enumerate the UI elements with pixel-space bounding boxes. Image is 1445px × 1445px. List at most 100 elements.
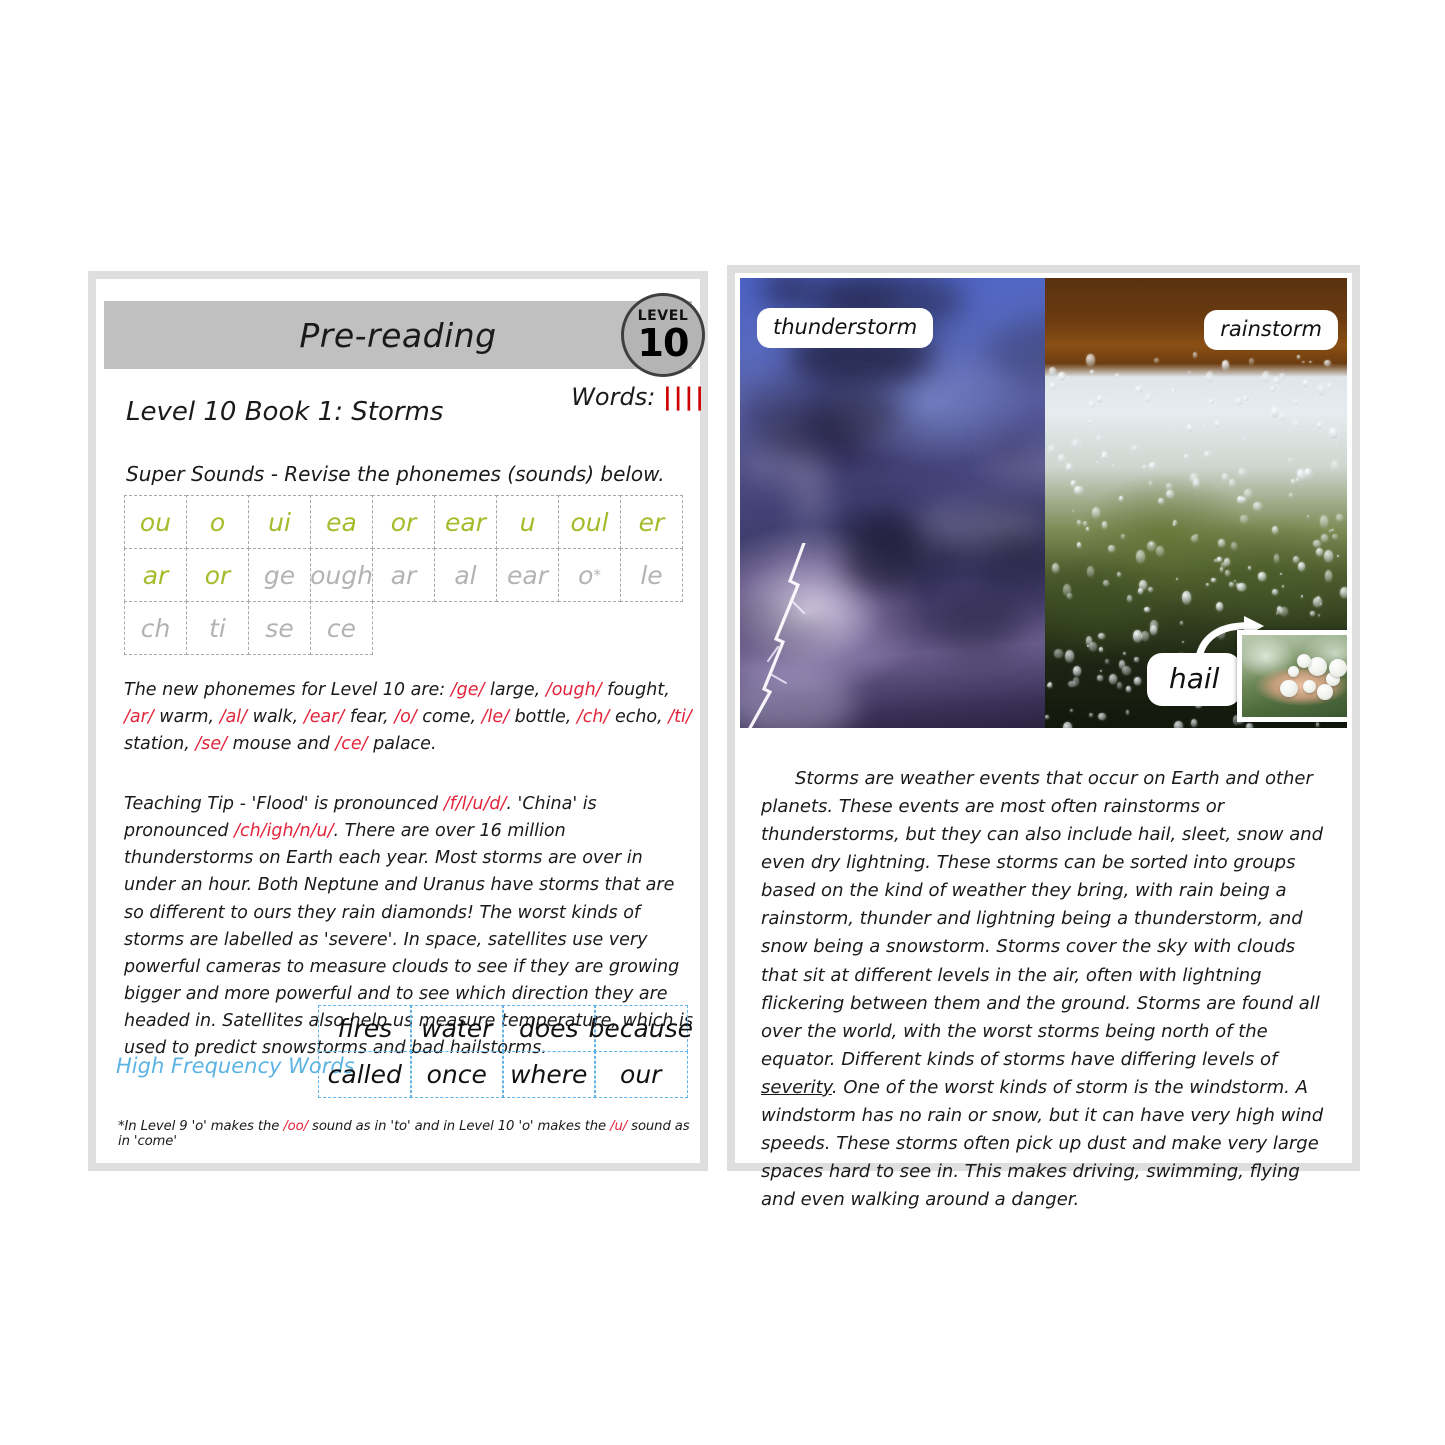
raindrop xyxy=(1172,431,1175,434)
raindrop xyxy=(1287,457,1293,463)
label-thunderstorm: thunderstorm xyxy=(757,308,934,348)
hfw-cell: our xyxy=(594,1050,688,1098)
hailstone xyxy=(1317,684,1334,700)
phoneme-cell: er xyxy=(620,495,683,549)
phoneme-cell: ear xyxy=(434,495,497,549)
phoneme-run: palace. xyxy=(367,734,437,755)
raindrop xyxy=(1091,507,1100,518)
raindrop xyxy=(1258,572,1267,581)
page-title: Pre-reading xyxy=(299,315,497,355)
level-badge-number: 10 xyxy=(637,320,690,365)
raindrop xyxy=(1047,444,1056,454)
raindrop xyxy=(1229,582,1234,588)
photo-block: thunderstorm rainstorm hail xyxy=(740,278,1347,728)
cloud-wisp xyxy=(989,315,1045,386)
lightning-bolt-icon xyxy=(748,543,806,728)
raindrop xyxy=(1205,370,1215,384)
raindrop xyxy=(1246,723,1253,728)
phoneme-row: ou o ui ea or ear u oul er xyxy=(124,495,692,549)
words-count-tally: |||| xyxy=(662,383,706,411)
raindrop xyxy=(1182,640,1185,644)
phoneme-cell: o xyxy=(186,495,249,549)
phoneme-run: /ough/ xyxy=(545,680,602,700)
phoneme-grid: ou o ui ea or ear u oul er ar or ge ough ar al ear o * le c… xyxy=(124,495,692,655)
raindrop xyxy=(1279,373,1286,381)
raindrop xyxy=(1244,488,1252,498)
raindrop xyxy=(1302,360,1305,364)
raindrop xyxy=(1086,353,1096,367)
hfw-cell: where xyxy=(502,1050,596,1098)
phoneme-run: /ar/ xyxy=(124,707,154,728)
raindrop xyxy=(1203,423,1208,428)
raindrop xyxy=(1319,602,1323,606)
hailstone xyxy=(1288,666,1300,678)
raindrop xyxy=(1117,572,1122,578)
hailstone xyxy=(1297,653,1312,668)
raindrop xyxy=(1237,495,1244,503)
raindrop xyxy=(1144,606,1150,612)
phoneme-cell: se xyxy=(248,601,311,655)
raindrop xyxy=(1063,722,1072,728)
raindrop xyxy=(1288,492,1293,498)
raindrop xyxy=(1098,713,1106,721)
raindrop xyxy=(1330,460,1339,473)
super-sounds-heading: Super Sounds - Revise the phonemes (soun… xyxy=(126,462,665,486)
hailstone xyxy=(1303,680,1317,693)
raindrop xyxy=(1045,714,1049,720)
phoneme-run: The new phonemes for Level 10 are: xyxy=(124,680,451,700)
phoneme-cell: ou xyxy=(124,495,187,549)
phoneme-cell: ar xyxy=(372,548,435,602)
raindrop xyxy=(1141,630,1150,641)
phoneme-run: /ch/ xyxy=(576,707,610,728)
raindrop xyxy=(1077,542,1082,549)
raindrop xyxy=(1126,594,1133,602)
phoneme-cell: ea xyxy=(310,495,373,549)
raindrop xyxy=(1116,682,1122,690)
raindrop xyxy=(1105,658,1110,664)
label-rainstorm: rainstorm xyxy=(1204,310,1338,350)
raindrop xyxy=(1072,439,1080,449)
raindrop xyxy=(1330,528,1334,532)
phoneme-run: fought, xyxy=(601,680,670,700)
raindrop xyxy=(1170,388,1176,394)
raindrop xyxy=(1297,354,1301,359)
hfw-cell: does xyxy=(502,1005,596,1052)
raindrop xyxy=(1077,519,1081,525)
hfw-cell: once xyxy=(410,1050,504,1098)
cloud-wisp xyxy=(757,415,870,459)
raindrop xyxy=(1214,559,1218,563)
hfw-row: called once where our xyxy=(318,1050,692,1098)
raindrop xyxy=(1302,379,1309,388)
phoneme-run: large, xyxy=(484,680,546,700)
phoneme-run: /le/ xyxy=(481,707,509,728)
phoneme-cell: ui xyxy=(248,495,311,549)
raindrop xyxy=(1174,720,1183,728)
raindrop xyxy=(1096,394,1103,404)
book-title: Level 10 Book 1: Storms xyxy=(126,397,444,427)
raindrop xyxy=(1064,649,1074,663)
raindrop xyxy=(1148,481,1153,486)
raindrop xyxy=(1253,502,1263,511)
raindrop xyxy=(1248,357,1254,365)
raindrop xyxy=(1210,577,1216,583)
raindrop xyxy=(1153,357,1160,364)
phoneme-cell: ough xyxy=(310,548,373,602)
phoneme-row: ar or ge ough ar al ear o * le xyxy=(124,548,692,602)
raindrop xyxy=(1096,435,1103,443)
raindrop xyxy=(1293,421,1301,429)
raindrop xyxy=(1053,649,1063,658)
raindrop xyxy=(1108,544,1116,552)
raindrop xyxy=(1099,646,1103,652)
underlined-term: severity xyxy=(761,1076,832,1098)
phoneme-cell: ce xyxy=(310,601,373,655)
phoneme-cell: or xyxy=(186,548,249,602)
hailstone xyxy=(1329,659,1347,677)
footnote-run: /u/ xyxy=(610,1119,628,1134)
raindrop xyxy=(1261,370,1271,383)
raindrop xyxy=(1209,399,1214,405)
raindrop xyxy=(1112,464,1115,468)
raindrop xyxy=(1324,570,1333,582)
raindrop xyxy=(1134,677,1141,686)
raindrop xyxy=(1089,369,1094,374)
raindrop xyxy=(1234,580,1237,583)
